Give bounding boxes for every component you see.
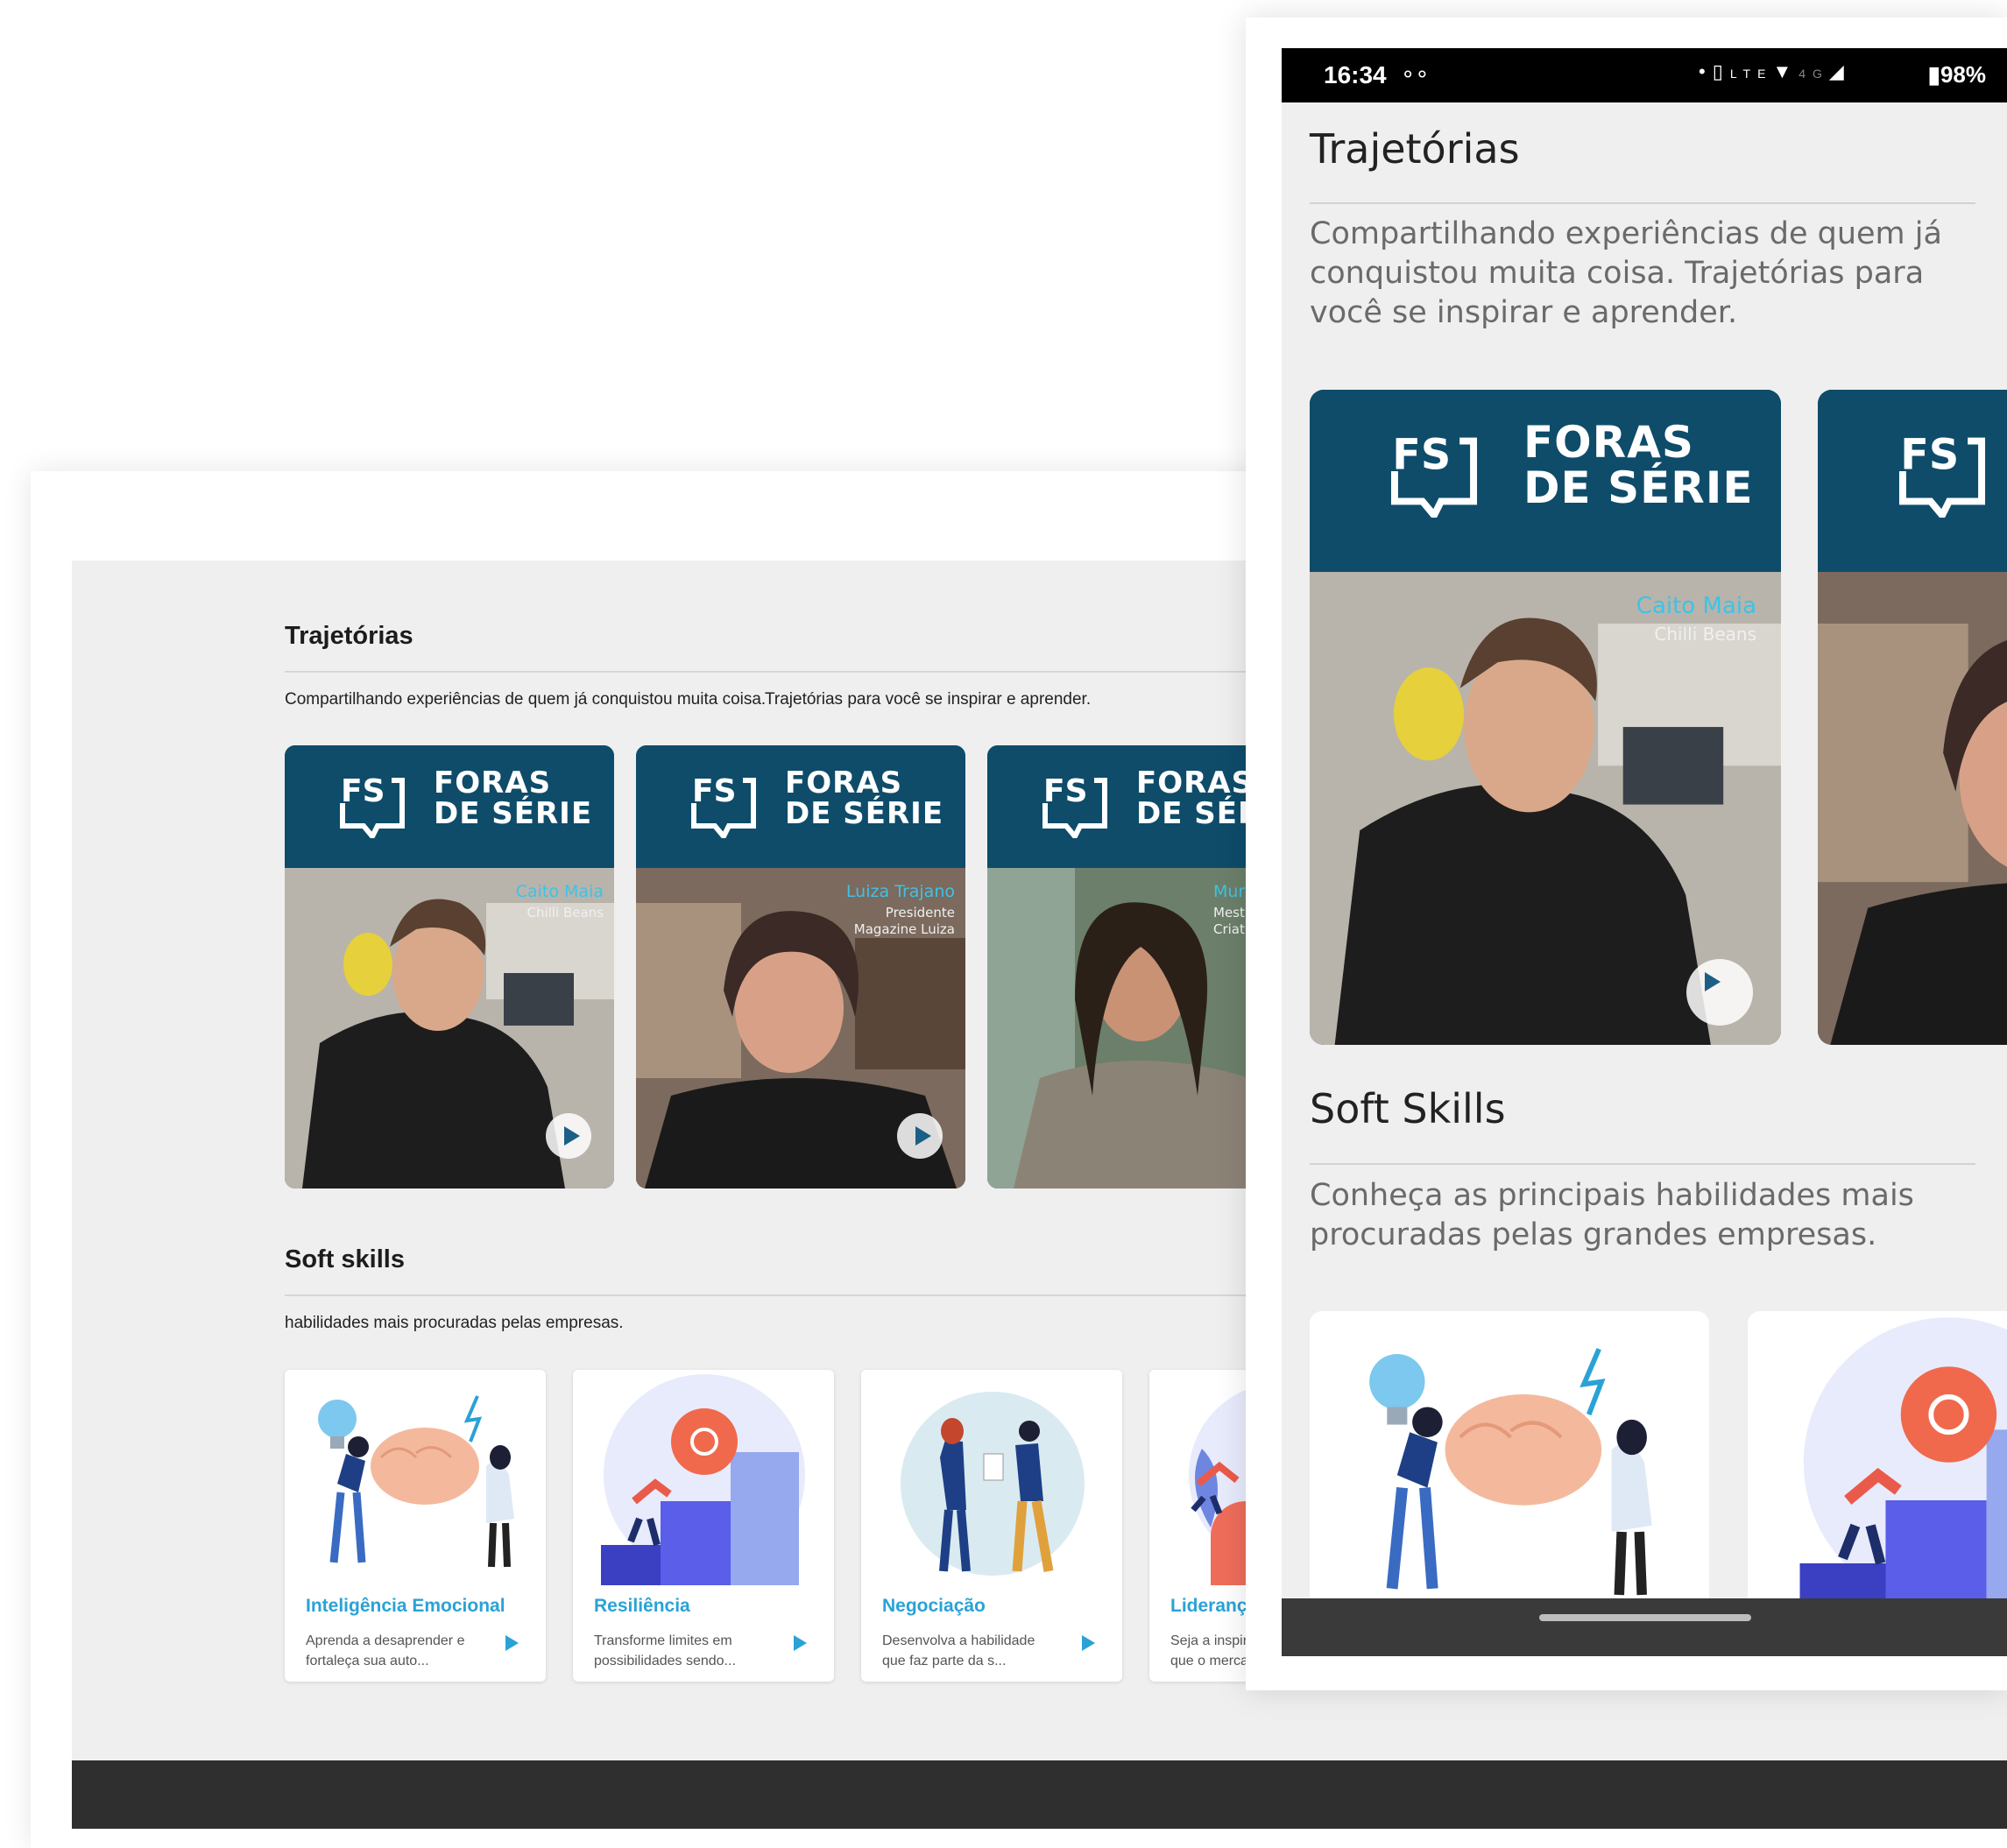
signal-icon: ◢	[1828, 60, 1851, 82]
trajetorias-title: Trajetórias	[1310, 125, 1520, 173]
skill-card[interactable]: Negociação Desenvolva a habilidade que f…	[861, 1370, 1122, 1682]
battery: ▮98%	[1928, 61, 1986, 88]
brand-name: FORAS DE SÉRIE	[434, 765, 593, 831]
navigation-bar	[1282, 1598, 2007, 1656]
mobile-screen: 16:34 ∘∘ •▯LTE▼4G◢ ▮98% Trajetórias Comp…	[1282, 48, 2007, 1656]
card-header: FS	[1818, 390, 2007, 572]
svg-text:FS: FS	[341, 773, 385, 809]
speaker-name: Caito Maia	[515, 882, 604, 901]
status-time: 16:34	[1324, 61, 1387, 88]
speaker-role: Chilli Beans	[1654, 624, 1756, 645]
trajetorias-subtitle-a: Compartilhando experiências de quem já c…	[285, 690, 767, 709]
skill-description: Desenvolva a habilidade que faz parte da…	[882, 1633, 1035, 1668]
speaker-role: Presidente Magazine Luiza	[853, 905, 955, 937]
voicemail-icon: ∘∘	[1401, 60, 1430, 87]
speaker-name: Luiza Trajano	[845, 882, 955, 901]
soft-skills-title: Soft skills	[285, 1245, 405, 1273]
skill-card[interactable]	[1310, 1311, 1709, 1626]
resilience-illustration	[601, 1374, 805, 1585]
desktop-footer	[72, 1760, 2007, 1829]
svg-text:FS: FS	[1900, 431, 1959, 479]
battery-icon: ▮	[1927, 61, 1940, 88]
card-header: FS FORAS DE SÉRIE	[1310, 390, 1781, 572]
vibrate-icon: ▯	[1712, 60, 1730, 82]
soft-skills-subtitle: habilidades mais procuradas pelas empres…	[285, 1314, 624, 1332]
play-button[interactable]	[897, 1113, 943, 1159]
trajetorias-subtitle-b: Trajetórias para você se inspirar e apre…	[765, 690, 1092, 709]
trajetorias-title: Trajetórias	[285, 622, 413, 650]
brand-name: FORAS DE SÉRIE	[785, 765, 944, 831]
resilience-illustration	[1799, 1317, 2007, 1622]
skill-description: Aprenda a desaprender e fortaleça sua au…	[306, 1633, 465, 1668]
section-divider	[1310, 202, 1975, 204]
trajetorias-subtitle: Compartilhando experiências de quem já c…	[1310, 216, 1942, 330]
section-divider	[1310, 1163, 1975, 1165]
dot-icon: •	[1699, 60, 1713, 82]
skill-card[interactable]	[1748, 1311, 2007, 1626]
speaker-role: Chilli Beans	[526, 905, 604, 920]
svg-text:FS: FS	[1043, 773, 1088, 809]
speaker-name: Caito Maia	[1636, 593, 1756, 619]
wifi-icon: ▼	[1772, 60, 1799, 82]
brand-name: FORAS DE SÉRIE	[1523, 417, 1754, 513]
play-button[interactable]	[546, 1113, 591, 1159]
card-header: FS FORAS DE SÉRIE	[285, 745, 614, 868]
skill-card[interactable]: Resiliência Transforme limites em possib…	[573, 1370, 834, 1682]
emotional-intelligence-illustration	[1369, 1348, 1652, 1596]
skill-description: Transforme limites em possibilidades sen…	[594, 1633, 736, 1668]
mobile-mockup: 16:34 ∘∘ •▯LTE▼4G◢ ▮98% Trajetórias Comp…	[1246, 18, 2007, 1690]
play-icon[interactable]	[790, 1634, 808, 1652]
negotiation-illustration	[901, 1392, 1085, 1576]
skill-title: Liderança	[1170, 1596, 1258, 1616]
play-button[interactable]	[1686, 959, 1753, 1026]
foras-de-serie-logo-icon: FS	[1898, 431, 1986, 518]
video-card[interactable]: FS FORAS DE SÉRIE Luiza Trajano President…	[636, 745, 965, 1189]
status-icons: •▯LTE▼4G◢	[1699, 60, 1851, 83]
skill-title: Negociação	[882, 1596, 986, 1616]
play-icon[interactable]	[1078, 1634, 1096, 1652]
speaker-photo	[1818, 572, 2007, 1045]
foras-de-serie-logo-icon: FS	[1042, 773, 1107, 838]
foras-de-serie-logo-icon: FS	[340, 773, 405, 838]
card-header: FS FORAS DE SÉRIE	[636, 745, 965, 868]
battery-level: 98%	[1940, 61, 1986, 88]
play-icon[interactable]	[502, 1634, 519, 1652]
svg-text:FS: FS	[1392, 431, 1451, 479]
home-gesture-handle[interactable]	[1539, 1614, 1751, 1621]
soft-skills-title: Soft Skills	[1310, 1085, 1506, 1132]
foras-de-serie-logo-icon: FS	[1390, 431, 1478, 518]
skill-card[interactable]: Inteligência Emocional Aprenda a desapre…	[285, 1370, 546, 1682]
network-type: 4G	[1799, 67, 1829, 81]
soft-skills-subtitle: Conheça as principais habilidades mais p…	[1310, 1178, 1914, 1252]
skill-title: Resiliência	[594, 1596, 690, 1616]
status-bar: 16:34 ∘∘ •▯LTE▼4G◢ ▮98%	[1282, 48, 2007, 102]
volte-icon: LTE	[1729, 67, 1773, 81]
emotional-intelligence-illustration	[318, 1395, 514, 1568]
video-card[interactable]: FS FORAS DE SÉRIE Caito Maia Chilli Beans	[285, 745, 614, 1189]
skill-title: Inteligência Emocional	[306, 1596, 505, 1616]
svg-text:FS: FS	[692, 773, 737, 809]
foras-de-serie-logo-icon: FS	[691, 773, 756, 838]
video-card[interactable]: FS	[1818, 390, 2007, 1045]
video-card[interactable]: FS FORAS DE SÉRIE Caito Maia Chilli Beans	[1310, 390, 1781, 1045]
